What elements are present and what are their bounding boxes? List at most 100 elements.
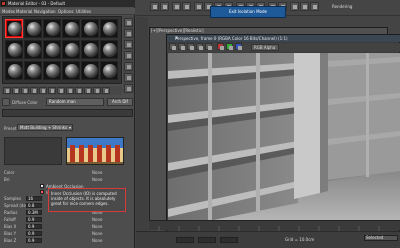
menu-item[interactable]: Material xyxy=(16,9,32,14)
material-slot[interactable] xyxy=(24,61,42,80)
property-spinner[interactable]: 0.9 xyxy=(26,224,42,229)
clone-frame-button[interactable] xyxy=(187,43,194,50)
green-channel-button[interactable] xyxy=(226,43,233,50)
print-button[interactable] xyxy=(196,43,203,50)
selection-filter-dropdown[interactable]: Selected xyxy=(364,235,398,241)
undo-button[interactable] xyxy=(150,2,159,11)
ambient-occlusion-checkbox[interactable] xyxy=(40,184,44,188)
sample-sphere xyxy=(8,22,22,36)
exit-isolation-mode-button[interactable]: Exit Isolation Mode xyxy=(210,6,286,18)
property-spinner[interactable]: 0.9 xyxy=(26,238,42,243)
inner-occlusion-tooltip: Inner Occlusion (IO) is computed inside … xyxy=(48,188,126,212)
backlight-button[interactable] xyxy=(124,29,133,38)
material-slot[interactable] xyxy=(100,19,118,38)
material-slot[interactable] xyxy=(43,61,61,80)
render-button[interactable] xyxy=(310,2,319,11)
rendering-menu[interactable]: Rendering xyxy=(332,4,352,9)
material-slot[interactable] xyxy=(62,40,80,59)
y-coordinate-field[interactable] xyxy=(198,237,216,243)
material-slot[interactable] xyxy=(100,61,118,80)
sample-sphere xyxy=(8,64,22,78)
channel-dropdown[interactable]: RGB Alpha xyxy=(251,44,279,51)
rendered-shelf-scene xyxy=(168,53,400,229)
unlink-icon xyxy=(185,5,189,9)
material-slot[interactable] xyxy=(100,40,118,59)
diffuse-swatch-panel[interactable] xyxy=(4,137,62,165)
property-map[interactable]: None xyxy=(92,177,102,182)
gear-icon xyxy=(127,87,131,91)
redo-button[interactable] xyxy=(160,2,169,11)
property-map[interactable]: None xyxy=(92,170,102,175)
make-preview-button[interactable] xyxy=(124,73,133,82)
menu-item[interactable]: Navigation xyxy=(34,9,56,14)
material-slot[interactable] xyxy=(24,40,42,59)
eyedropper-icon[interactable] xyxy=(2,98,10,106)
uv-tiling-button[interactable] xyxy=(124,51,133,60)
material-name-field[interactable]: Random man xyxy=(46,98,104,106)
blue-channel-button[interactable] xyxy=(235,43,242,50)
property-spinner[interactable]: 16 xyxy=(26,196,42,201)
material-type-button[interactable]: Arch Dif xyxy=(107,98,133,106)
preset-dropdown[interactable]: Matt Building + Shrinks ▾ xyxy=(17,124,73,131)
get-material-button[interactable] xyxy=(3,87,11,94)
clear-button[interactable] xyxy=(205,43,212,50)
reset-map-button[interactable] xyxy=(30,87,38,94)
material-slot[interactable] xyxy=(43,40,61,59)
select-link-button[interactable] xyxy=(172,2,181,11)
material-slot[interactable] xyxy=(81,40,99,59)
x-coordinate-field[interactable] xyxy=(176,237,194,243)
copy-image-button[interactable] xyxy=(178,43,185,50)
material-slot[interactable] xyxy=(62,61,80,80)
material-slot[interactable] xyxy=(5,61,23,80)
property-spinner[interactable]: 0.8 xyxy=(26,203,42,208)
make-unique-button[interactable] xyxy=(48,87,56,94)
material-slot[interactable] xyxy=(43,19,61,38)
time-slider-track[interactable] xyxy=(149,220,400,231)
id-icon xyxy=(69,89,72,93)
options-button[interactable] xyxy=(124,84,133,93)
unlink-button[interactable] xyxy=(182,2,191,11)
select-button[interactable] xyxy=(194,2,203,11)
material-slot[interactable] xyxy=(81,61,99,80)
property-spinner[interactable]: 0.3M xyxy=(26,210,42,215)
assign-material-button[interactable] xyxy=(21,87,29,94)
sample-sphere xyxy=(84,43,98,57)
background-button[interactable] xyxy=(124,40,133,49)
go-to-parent-button[interactable] xyxy=(93,87,101,94)
menu-item[interactable]: Modes xyxy=(2,9,15,14)
put-to-scene-button[interactable] xyxy=(12,87,20,94)
red-channel-button[interactable] xyxy=(217,43,224,50)
material-slot[interactable] xyxy=(81,19,99,38)
material-slot[interactable] xyxy=(24,19,42,38)
material-id-button[interactable] xyxy=(66,87,74,94)
z-coordinate-field[interactable] xyxy=(220,237,238,243)
copy-material-button[interactable] xyxy=(39,87,47,94)
menu-item[interactable]: Options xyxy=(58,9,73,14)
property-label: Radius xyxy=(4,210,18,215)
material-slot[interactable] xyxy=(62,19,80,38)
viewport-label[interactable]: [+][Perspective][Realistic] xyxy=(151,28,204,33)
render-setup-button[interactable] xyxy=(300,2,309,11)
property-label: Bri xyxy=(4,177,10,182)
show-map-button[interactable] xyxy=(75,87,83,94)
sample-type-button[interactable] xyxy=(124,18,133,27)
close-icon[interactable]: ✕ xyxy=(175,35,399,40)
inner-occlusion-checkbox[interactable] xyxy=(40,190,44,194)
property-map[interactable]: None xyxy=(92,224,102,229)
property-map[interactable]: None xyxy=(92,231,102,236)
video-check-button[interactable] xyxy=(124,62,133,71)
rollout-header[interactable] xyxy=(2,109,133,117)
material-slot[interactable] xyxy=(5,40,23,59)
property-map[interactable]: None xyxy=(92,238,102,243)
save-image-button[interactable] xyxy=(169,43,176,50)
put-to-library-button[interactable] xyxy=(57,87,65,94)
material-editor-button[interactable] xyxy=(290,2,299,11)
go-forward-sibling-button[interactable] xyxy=(102,87,110,94)
material-slot[interactable] xyxy=(5,19,23,38)
property-spinner[interactable]: 0.9 xyxy=(26,217,42,222)
sample-property-row: Bias Z 0.9 None xyxy=(4,238,133,244)
menu-item[interactable]: Utilities xyxy=(76,9,91,14)
property-spinner[interactable]: 0.9 xyxy=(26,231,42,236)
show-end-result-button[interactable] xyxy=(84,87,92,94)
property-map[interactable]: None xyxy=(92,217,102,222)
